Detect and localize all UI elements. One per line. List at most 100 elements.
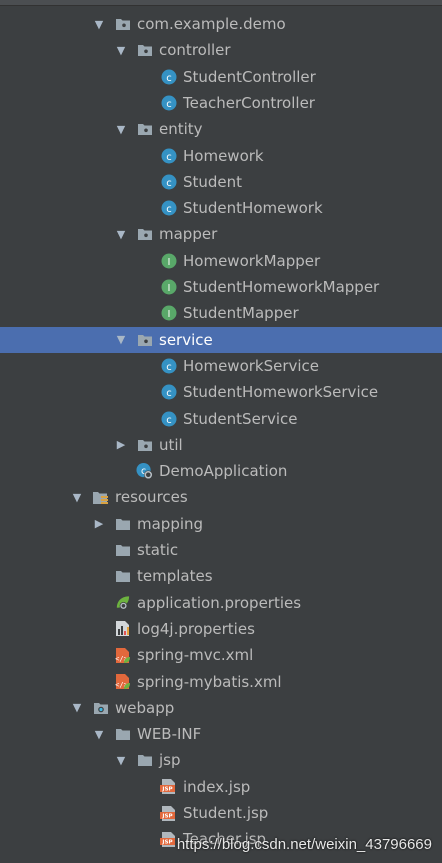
tree-item-label: TeacherController	[183, 93, 315, 112]
tree-row-homework[interactable]: c Homework	[0, 143, 442, 169]
expand-arrow-icon[interactable]: ▼	[114, 747, 128, 773]
svg-text:JSP: JSP	[161, 787, 172, 793]
interface-icon: I	[160, 252, 177, 269]
tree-row-demoapplication[interactable]: c DemoApplication	[0, 458, 442, 484]
tree-item-label: StudentController	[183, 67, 316, 86]
tree-item-label: log4j.properties	[137, 619, 255, 638]
spring-boot-class-icon: c	[136, 463, 153, 480]
svg-text:c: c	[166, 362, 172, 373]
svg-text:JSP: JSP	[161, 839, 172, 845]
tree-item-label: Student	[183, 172, 243, 191]
tree-row-jsp[interactable]: ▼ jsp	[0, 747, 442, 773]
spring-xml-icon: </>	[114, 673, 131, 690]
tree-row-static[interactable]: static	[0, 537, 442, 563]
expand-arrow-icon[interactable]: ▼	[114, 37, 128, 63]
tree-row-web-inf[interactable]: ▼ WEB-INF	[0, 721, 442, 747]
tree-item-label: StudentHomeworkService	[183, 383, 379, 402]
svg-text:JSP: JSP	[161, 813, 172, 819]
expand-arrow-icon[interactable]: ▼	[92, 721, 106, 747]
tree-item-label: StudentHomeworkMapper	[183, 278, 380, 296]
svg-text:c: c	[166, 73, 172, 84]
svg-text:c: c	[166, 204, 172, 215]
tree-row-studentmapper[interactable]: I StudentMapper	[0, 300, 442, 326]
spring-properties-icon	[114, 594, 131, 611]
jsp-file-icon: JSP	[160, 778, 177, 795]
tree-row-resources[interactable]: ▼ resources	[0, 484, 442, 510]
tree-item-label: mapping	[137, 514, 204, 533]
class-icon: c	[160, 410, 177, 427]
class-icon: c	[160, 68, 177, 85]
tree-row-entity[interactable]: ▼ entity	[0, 116, 442, 142]
folder-icon	[114, 515, 131, 532]
tree-row-index-jsp[interactable]: JSP index.jsp	[0, 774, 442, 800]
tree-row-studentcontroller[interactable]: c StudentController	[0, 64, 442, 90]
tree-item-label: StudentMapper	[183, 304, 299, 323]
package-icon	[136, 331, 153, 348]
class-icon: c	[160, 384, 177, 401]
tree-item-label: util	[159, 435, 183, 454]
tree-row-service[interactable]: ▼ service	[0, 326, 442, 353]
tree-row-student[interactable]: c Student	[0, 169, 442, 195]
tree-row-studenthomework[interactable]: c StudentHomework	[0, 195, 442, 221]
tree-item-label: controller	[159, 41, 231, 60]
tree-row-homeworkmapper[interactable]: I HomeworkMapper	[0, 248, 442, 274]
tree-row-com-example-demo[interactable]: ▼ com.example.demo	[0, 11, 442, 37]
collapse-arrow-icon[interactable]: ▶	[114, 432, 128, 458]
tree-item-label: WEB-INF	[137, 725, 202, 744]
class-icon: c	[160, 147, 177, 164]
tree-item-label: spring-mvc.xml	[137, 646, 254, 665]
top-bar-edge	[0, 0, 442, 6]
svg-text:I: I	[167, 283, 170, 294]
tree-row-spring-mybatis-xml[interactable]: </> spring-mybatis.xml	[0, 669, 442, 695]
tree-row-mapping[interactable]: ▶ mapping	[0, 511, 442, 537]
properties-file-icon	[114, 620, 131, 637]
package-icon	[136, 226, 153, 243]
tree-row-studenthomeworkservice[interactable]: c StudentHomeworkService	[0, 379, 442, 405]
spring-xml-icon: </>	[114, 647, 131, 664]
expand-arrow-icon[interactable]: ▼	[114, 327, 128, 353]
tree-row-log4j-properties[interactable]: log4j.properties	[0, 616, 442, 642]
tree-row-student-jsp[interactable]: JSP Student.jsp	[0, 800, 442, 826]
tree-item-label: com.example.demo	[137, 15, 286, 33]
tree-item-label: Homework	[183, 146, 264, 165]
tree-row-mapper[interactable]: ▼ mapper	[0, 221, 442, 247]
tree-item-label: service	[159, 330, 213, 349]
tree-row-spring-mvc-xml[interactable]: </> spring-mvc.xml	[0, 642, 442, 668]
tree-item-label: mapper	[159, 225, 218, 244]
folder-icon	[114, 726, 131, 743]
class-icon: c	[160, 173, 177, 190]
tree-row-webapp[interactable]: ▼ webapp	[0, 695, 442, 721]
tree-row-templates[interactable]: templates	[0, 563, 442, 589]
expand-arrow-icon[interactable]: ▼	[92, 11, 106, 37]
tree-row-application-properties[interactable]: application.properties	[0, 590, 442, 616]
expand-arrow-icon[interactable]: ▼	[70, 695, 84, 721]
package-icon	[136, 42, 153, 59]
tree-row-homeworkservice[interactable]: c HomeworkService	[0, 353, 442, 379]
svg-text:c: c	[166, 152, 172, 163]
class-icon: c	[160, 357, 177, 374]
svg-text:c: c	[166, 178, 172, 189]
svg-text:I: I	[167, 257, 170, 268]
tree-row-teachercontroller[interactable]: c TeacherController	[0, 90, 442, 116]
expand-arrow-icon[interactable]: ▼	[114, 221, 128, 247]
expand-arrow-icon[interactable]: ▼	[114, 116, 128, 142]
expand-arrow-icon[interactable]: ▼	[70, 484, 84, 510]
interface-icon: I	[160, 305, 177, 322]
svg-text:I: I	[167, 309, 170, 320]
class-icon: c	[160, 200, 177, 217]
tree-item-label: Student.jsp	[183, 804, 269, 822]
tree-item-label: templates	[137, 567, 213, 586]
class-icon: c	[160, 94, 177, 111]
tree-row-util[interactable]: ▶ util	[0, 432, 442, 458]
tree-item-label: HomeworkMapper	[183, 251, 321, 270]
resources-folder-icon	[92, 489, 109, 506]
tree-item-label: spring-mybatis.xml	[137, 672, 282, 691]
tree-row-controller[interactable]: ▼ controller	[0, 37, 442, 63]
tree-row-studentservice[interactable]: c StudentService	[0, 406, 442, 432]
package-icon	[136, 121, 153, 138]
svg-text:c: c	[166, 99, 172, 110]
tree-row-studenthomeworkmapper[interactable]: I StudentHomeworkMapper	[0, 274, 442, 300]
tree-item-label: resources	[115, 488, 188, 507]
collapse-arrow-icon[interactable]: ▶	[92, 511, 106, 537]
tree-item-label: StudentHomework	[183, 199, 323, 218]
